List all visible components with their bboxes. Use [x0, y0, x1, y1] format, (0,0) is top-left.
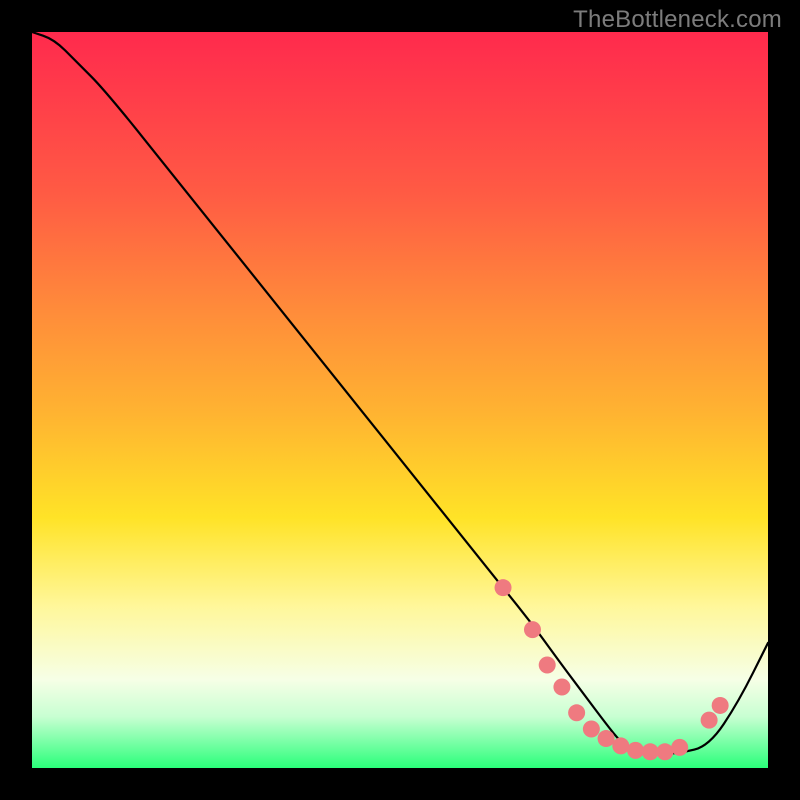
highlight-dot [598, 730, 615, 747]
highlight-dot [712, 697, 729, 714]
highlight-dot [524, 621, 541, 638]
plot-area [32, 32, 768, 768]
highlight-dot [495, 579, 512, 596]
chart-frame: TheBottleneck.com [0, 0, 800, 800]
highlight-dot [553, 679, 570, 696]
highlight-dot [612, 737, 629, 754]
curve-layer [32, 32, 768, 768]
watermark-label: TheBottleneck.com [573, 6, 782, 34]
highlight-dot [583, 720, 600, 737]
highlight-dot [568, 704, 585, 721]
highlight-dot [642, 743, 659, 760]
highlight-dot [539, 656, 556, 673]
highlight-dots [495, 579, 729, 760]
highlight-dot [656, 743, 673, 760]
bottleneck-curve [32, 32, 768, 754]
highlight-dot [701, 712, 718, 729]
highlight-dot [627, 742, 644, 759]
highlight-dot [671, 739, 688, 756]
